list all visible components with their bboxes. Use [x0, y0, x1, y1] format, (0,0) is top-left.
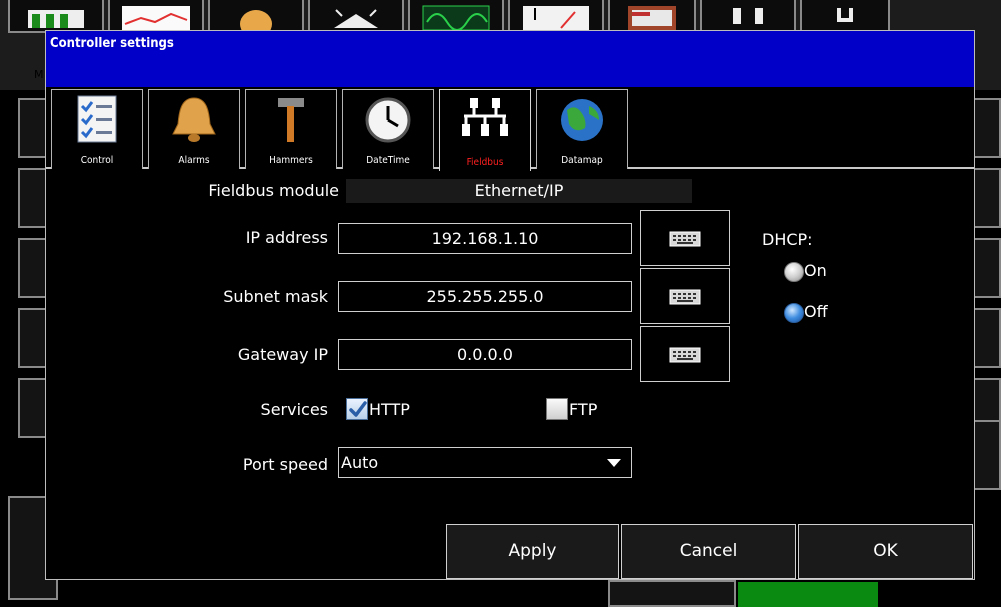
tab-datamap[interactable]: Datamap: [536, 89, 628, 169]
bg-menu-letter: M: [34, 68, 44, 81]
tab-label-hammers: Hammers: [269, 155, 313, 166]
chevron-down-icon: [607, 459, 621, 467]
gauge-icon: [523, 6, 589, 30]
tab-control[interactable]: Control: [51, 89, 143, 169]
gateway-ip-label: Gateway IP: [237, 345, 328, 364]
ip-address-label: IP address: [245, 228, 328, 247]
gateway-ip-field[interactable]: 0.0.0.0: [338, 339, 632, 370]
hammer-icon: [278, 98, 304, 142]
bg-io-tile[interactable]: [700, 0, 796, 33]
tab-label-fieldbus: Fieldbus: [466, 157, 504, 168]
network-icon: [462, 98, 508, 136]
dialog-title: Controller settings: [50, 36, 174, 51]
tab-alarms[interactable]: Alarms: [148, 89, 240, 169]
machine-icon: [28, 10, 84, 28]
gateway-keyboard-button[interactable]: [640, 326, 730, 382]
ftp-checkbox[interactable]: [546, 398, 568, 420]
services-label: Services: [260, 400, 328, 419]
dhcp-label: DHCP:: [762, 230, 813, 249]
bell-icon: [172, 97, 216, 142]
keyboard-icon: [669, 347, 701, 363]
fieldbus-module-label: Fieldbus module: [208, 181, 339, 200]
table-icon: [628, 6, 676, 30]
dhcp-off-label: Off: [804, 302, 828, 321]
tab-fieldbus[interactable]: Fieldbus: [439, 89, 531, 171]
keyboard-icon: [669, 289, 701, 305]
tab-label-datamap: Datamap: [561, 155, 603, 166]
trend-chart-icon: [122, 6, 190, 30]
cancel-button[interactable]: Cancel: [621, 524, 796, 579]
subnet-mask-field[interactable]: 255.255.255.0: [338, 281, 632, 312]
http-checkbox[interactable]: [346, 398, 368, 420]
http-label: HTTP: [369, 400, 410, 419]
tab-label-datetime: DateTime: [366, 155, 410, 166]
subnet-keyboard-button[interactable]: [640, 268, 730, 324]
bg-gauge-tile[interactable]: [508, 0, 604, 33]
ip-address-field[interactable]: 192.168.1.10: [338, 223, 632, 254]
checklist-icon: [77, 95, 117, 143]
fieldbus-module-value: Ethernet/IP: [346, 179, 692, 203]
io-icon: [733, 8, 763, 24]
tab-hammers[interactable]: Hammers: [245, 89, 337, 169]
bg-status-indicator: [738, 582, 878, 607]
bg-trend-tile[interactable]: [108, 0, 204, 33]
bell-icon: [240, 10, 272, 30]
sun-icon: [334, 9, 378, 28]
dialog-titlebar[interactable]: Controller settings: [46, 31, 974, 87]
bg-bottom-button[interactable]: [608, 580, 736, 607]
bg-scope-tile[interactable]: [408, 0, 504, 33]
port-speed-select[interactable]: Auto: [338, 447, 632, 478]
checkmark-icon: [349, 401, 367, 417]
port-speed-value: Auto: [341, 453, 379, 472]
globe-icon: [561, 99, 603, 141]
wrench-icon: [837, 8, 853, 22]
port-speed-label: Port speed: [242, 455, 328, 474]
keyboard-icon: [669, 231, 701, 247]
bg-alarm-tile[interactable]: [208, 0, 304, 33]
tab-label-alarms: Alarms: [178, 155, 210, 166]
clock-icon: [365, 97, 411, 143]
ftp-label: FTP: [569, 400, 598, 419]
controller-settings-dialog: Controller settings Control Alarms Hamme…: [45, 30, 975, 580]
bg-service-tile[interactable]: [800, 0, 890, 33]
tab-bar: Control Alarms Hammers DateTime Fieldbus…: [46, 87, 974, 171]
dhcp-on-label: On: [804, 261, 827, 280]
apply-button[interactable]: Apply: [446, 524, 619, 579]
dhcp-off-radio[interactable]: Off: [784, 302, 844, 324]
tab-datetime[interactable]: DateTime: [342, 89, 434, 169]
ok-button[interactable]: OK: [798, 524, 973, 579]
radio-button-icon: [784, 262, 804, 282]
dhcp-on-radio[interactable]: On: [784, 261, 844, 283]
bg-light-tile[interactable]: [308, 0, 404, 33]
bg-data-tile[interactable]: [608, 0, 696, 33]
ip-keyboard-button[interactable]: [640, 210, 730, 266]
oscilloscope-icon: [422, 5, 490, 30]
tab-label-control: Control: [80, 155, 114, 166]
bg-machine-tile[interactable]: [8, 0, 104, 33]
subnet-mask-label: Subnet mask: [223, 287, 328, 306]
radio-button-selected-icon: [784, 303, 804, 323]
